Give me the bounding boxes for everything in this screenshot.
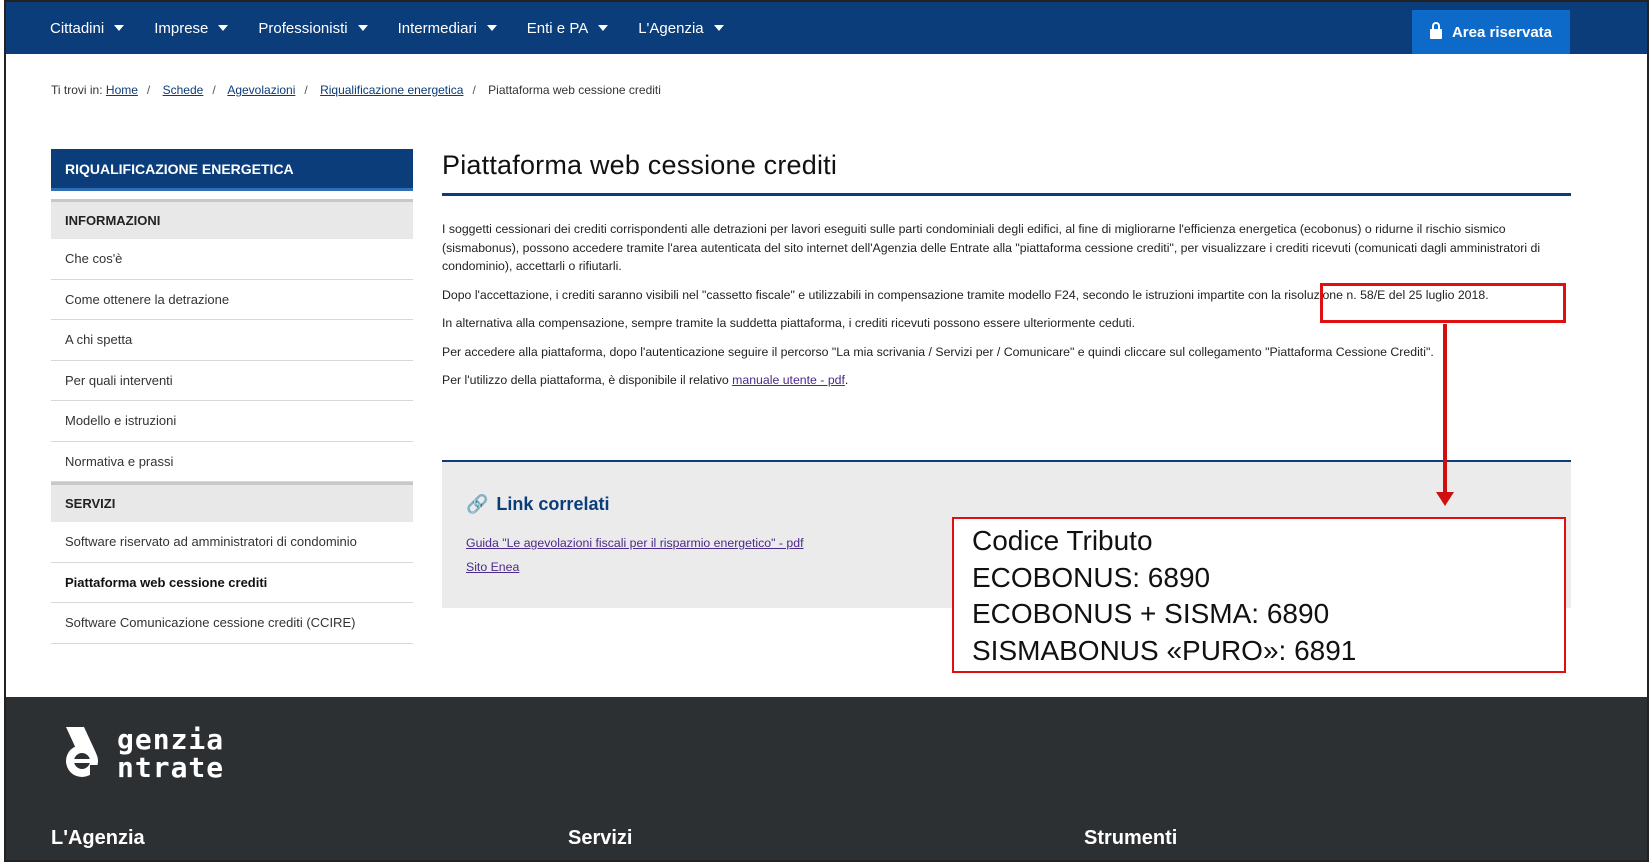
- breadcrumb-agevolazioni[interactable]: Agevolazioni: [227, 83, 295, 97]
- nav-enti-pa[interactable]: Enti e PA: [526, 19, 609, 37]
- nav-intermediari[interactable]: Intermediari: [398, 20, 497, 37]
- nav-label: Imprese: [154, 19, 209, 37]
- sidebar: RIQUALIFICAZIONE ENERGETICA INFORMAZIONI…: [51, 149, 413, 644]
- annotation-line: ECOBONUS + SISMA: 6890: [972, 598, 1330, 629]
- annotation-arrow-line: [1443, 324, 1447, 494]
- breadcrumb-current: Piattaforma web cessione crediti: [488, 83, 661, 97]
- sidebar-heading[interactable]: RIQUALIFICAZIONE ENERGETICA: [51, 149, 413, 191]
- breadcrumb-riqualificazione[interactable]: Riqualificazione energetica: [320, 83, 463, 97]
- nav-label: Enti e PA: [526, 19, 589, 37]
- sidebar-item-modello[interactable]: Modello e istruzioni: [51, 401, 413, 442]
- manuale-text: Per l'utilizzo della piattaforma, è disp…: [442, 373, 729, 387]
- area-riservata-button[interactable]: Area riservata: [1412, 10, 1570, 54]
- agenzia-logo-icon: [66, 727, 102, 777]
- breadcrumb-prefix: Ti trovi in:: [51, 83, 103, 97]
- nav-label: Cittadini: [50, 19, 105, 37]
- sidebar-item-come-ottenere[interactable]: Come ottenere la detrazione: [51, 280, 413, 320]
- nav-agenzia[interactable]: L'Agenzia: [638, 19, 724, 37]
- nav-imprese[interactable]: Imprese: [154, 19, 229, 37]
- annotation-line: ECOBONUS: 6890: [972, 561, 1211, 593]
- paragraph-intro: I soggetti cessionari dei crediti corris…: [442, 222, 1541, 273]
- paragraph-manuale: Per l'utilizzo della piattaforma, è disp…: [442, 373, 849, 387]
- chevron-down-icon: [598, 25, 609, 31]
- browser-frame: Cittadini Imprese Professionisti Interme…: [4, 0, 1649, 862]
- arrow-down-icon: [1436, 492, 1454, 506]
- footer-col-servizi: Servizi: [568, 827, 633, 849]
- top-navigation: Cittadini Imprese Professionisti Interme…: [6, 2, 1647, 54]
- related-title-label: Link correlati: [496, 494, 610, 514]
- logo-text-line2: ntrate: [117, 751, 225, 784]
- sidebar-item-ccire[interactable]: Software Comunicazione cessione crediti …: [51, 603, 413, 644]
- area-riservata-label: Area riservata: [1451, 23, 1553, 41]
- sidebar-item-che-cose[interactable]: Che cos'è: [51, 239, 413, 280]
- nav-label: Intermediari: [397, 19, 477, 37]
- sidebar-item-piattaforma[interactable]: Piattaforma web cessione crediti: [51, 563, 413, 603]
- nav-label: Professionisti: [258, 19, 348, 37]
- annotation-line: Codice Tributo: [972, 525, 1153, 556]
- sidebar-item-normativa[interactable]: Normativa e prassi: [51, 442, 413, 482]
- breadcrumb: Ti trovi in: Home / Schede / Agevolazioni /…: [51, 83, 661, 97]
- main-content: Piattaforma web cessione crediti I sogge…: [442, 150, 1571, 390]
- sidebar-item-interventi[interactable]: Per quali interventi: [51, 361, 413, 401]
- footer-col-agenzia: L'Agenzia: [51, 827, 145, 849]
- agenzia-entrate-logo[interactable]: genzia ntrate: [51, 715, 311, 785]
- annotation-line: SISMABONUS «PURO»: 6891: [972, 634, 1357, 666]
- sidebar-section-informazioni: INFORMAZIONI: [51, 199, 413, 239]
- page-title: Piattaforma web cessione crediti: [442, 150, 1571, 196]
- lock-icon: [1429, 22, 1442, 39]
- nav-label: L'Agenzia: [638, 19, 704, 37]
- chevron-down-icon: [218, 25, 229, 31]
- nav-professionisti[interactable]: Professionisti: [258, 19, 368, 37]
- breadcrumb-schede[interactable]: Schede: [163, 83, 204, 97]
- paragraph-accesso: Per accedere alla piattaforma, dopo l'au…: [442, 344, 1434, 359]
- chevron-down-icon: [357, 25, 368, 31]
- related-title: 🔗 Link correlati: [466, 494, 1547, 515]
- chevron-down-icon: [114, 25, 125, 31]
- sidebar-item-a-chi-spetta[interactable]: A chi spetta: [51, 320, 413, 361]
- sidebar-section-servizi: SERVIZI: [51, 482, 413, 522]
- chevron-down-icon: [486, 25, 497, 31]
- manuale-utente-link[interactable]: manuale utente - pdf: [732, 373, 845, 387]
- footer-col-strumenti: Strumenti: [1084, 827, 1178, 849]
- sidebar-item-software-amministratori[interactable]: Software riservato ad amministratori di …: [51, 522, 413, 563]
- breadcrumb-home[interactable]: Home: [106, 83, 138, 97]
- nav-cittadini[interactable]: Cittadini: [50, 19, 125, 37]
- codice-tributo-annotation: Codice Tributo ECOBONUS: 6890 ECOBONUS +…: [952, 517, 1566, 673]
- footer: genzia ntrate L'Agenzia Servizi Strument…: [6, 697, 1647, 860]
- risoluzione-highlight: [1320, 283, 1566, 323]
- link-icon: 🔗: [466, 494, 489, 514]
- chevron-down-icon: [713, 25, 724, 31]
